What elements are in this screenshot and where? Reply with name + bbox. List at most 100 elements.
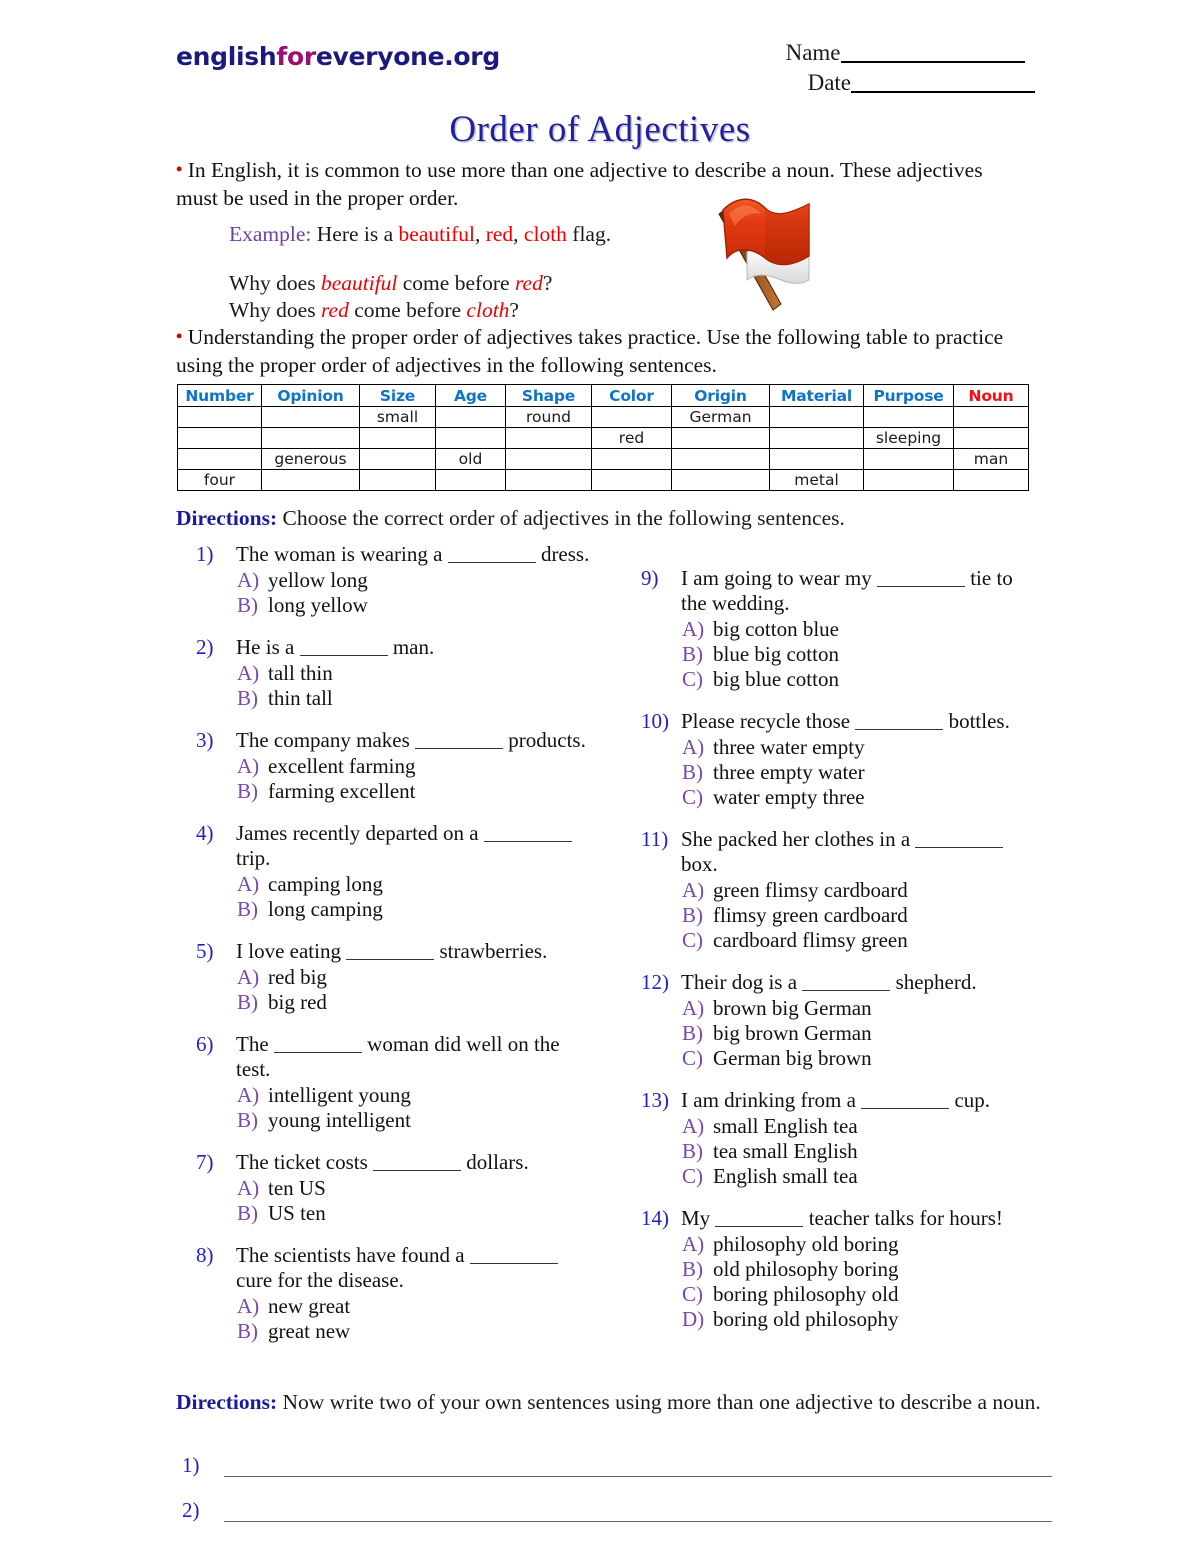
table-cell-blank[interactable]	[953, 427, 1029, 449]
answer-choice[interactable]: B) thin tall	[237, 686, 596, 711]
answer-blank[interactable]	[346, 945, 435, 960]
table-cell-blank[interactable]	[769, 448, 864, 470]
table-cell-blank[interactable]	[769, 427, 864, 449]
answer-choice[interactable]: C) English small tea	[682, 1164, 1041, 1189]
table-cell-blank[interactable]	[591, 406, 672, 428]
table-cell-blank[interactable]	[863, 448, 954, 470]
answer-choice[interactable]: A) red big	[237, 965, 596, 990]
answer-choice[interactable]: B) big brown German	[682, 1021, 1041, 1046]
answer-choice[interactable]: C) German big brown	[682, 1046, 1041, 1071]
table-cell-blank[interactable]	[261, 406, 360, 428]
table-cell-blank[interactable]	[435, 469, 506, 491]
answer-choice[interactable]: B) big red	[237, 990, 596, 1015]
answer-blank[interactable]	[483, 827, 572, 842]
answer-choice[interactable]: C) boring philosophy old	[682, 1282, 1041, 1307]
table-cell-blank[interactable]	[505, 469, 592, 491]
table-cell-blank[interactable]	[953, 406, 1029, 428]
choice-text: boring philosophy old	[713, 1282, 899, 1306]
answer-choice[interactable]: B) three empty water	[682, 760, 1041, 785]
table-cell-blank[interactable]	[435, 427, 506, 449]
answer-choice[interactable]: B) long yellow	[237, 593, 596, 618]
answer-blank[interactable]	[469, 1249, 558, 1264]
answer-choice[interactable]: A) excellent farming	[237, 754, 596, 779]
table-cell-blank[interactable]	[359, 469, 436, 491]
answer-choice[interactable]: B) great new	[237, 1319, 596, 1344]
own-sentence-input-line[interactable]	[224, 1501, 1052, 1522]
date-input-line[interactable]	[851, 73, 1035, 93]
answer-choice[interactable]: B) long camping	[237, 897, 596, 922]
answer-choice[interactable]: A) green flimsy cardboard	[682, 878, 1041, 903]
answer-blank[interactable]	[855, 715, 944, 730]
answer-blank[interactable]	[415, 734, 504, 749]
choice-text: US ten	[268, 1201, 326, 1225]
question-text-before: The company makes	[236, 728, 416, 752]
answer-choice[interactable]: B) blue big cotton	[682, 642, 1041, 667]
table-cell-blank[interactable]	[261, 427, 360, 449]
answer-choice[interactable]: B) farming excellent	[237, 779, 596, 804]
answer-choice[interactable]: A) new great	[237, 1294, 596, 1319]
answer-choice[interactable]: B) US ten	[237, 1201, 596, 1226]
table-cell-blank[interactable]	[359, 427, 436, 449]
answer-blank[interactable]	[876, 572, 965, 587]
answer-choice[interactable]: C) water empty three	[682, 785, 1041, 810]
answer-blank[interactable]	[802, 976, 891, 991]
answer-blank[interactable]	[861, 1094, 950, 1109]
answer-choice[interactable]: C) big blue cotton	[682, 667, 1041, 692]
answer-choice[interactable]: A) philosophy old boring	[682, 1232, 1041, 1257]
answer-choice[interactable]: A) tall thin	[237, 661, 596, 686]
page-header: englishforeveryone.org Name Date	[176, 38, 1035, 108]
answer-choice[interactable]: A) yellow long	[237, 568, 596, 593]
example-tail: flag.	[566, 222, 612, 246]
answer-choice[interactable]: A) camping long	[237, 872, 596, 897]
table-cell-blank[interactable]	[671, 469, 770, 491]
answer-choice[interactable]: A) three water empty	[682, 735, 1041, 760]
table-cell-blank[interactable]	[671, 427, 770, 449]
own-sentence-input-line[interactable]	[224, 1456, 1052, 1477]
name-input-line[interactable]	[840, 43, 1025, 63]
table-cell-blank[interactable]	[953, 469, 1029, 491]
directions-1: Directions: Choose the correct order of …	[176, 504, 1036, 532]
table-cell-blank[interactable]	[505, 448, 592, 470]
answer-choice[interactable]: D) boring old philosophy	[682, 1307, 1041, 1332]
answer-blank[interactable]	[373, 1156, 462, 1171]
table-cell-blank[interactable]	[435, 406, 506, 428]
answer-choice[interactable]: C) cardboard flimsy green	[682, 928, 1041, 953]
table-cell-blank[interactable]	[177, 406, 262, 428]
table-cell-blank[interactable]	[863, 406, 954, 428]
table-cell-blank[interactable]	[863, 469, 954, 491]
question-item: 8) The scientists have found a cure for t…	[196, 1243, 596, 1344]
table-cell-blank[interactable]	[769, 406, 864, 428]
answer-choice[interactable]: A) brown big German	[682, 996, 1041, 1021]
answer-choice[interactable]: A) small English tea	[682, 1114, 1041, 1139]
choice-text: tea small English	[713, 1139, 858, 1163]
table-cell-blank[interactable]	[359, 448, 436, 470]
answer-blank[interactable]	[915, 833, 1004, 848]
answer-choice[interactable]: B) flimsy green cardboard	[682, 903, 1041, 928]
table-cell-blank[interactable]	[671, 448, 770, 470]
answer-choice[interactable]: A) ten US	[237, 1176, 596, 1201]
table-cell-blank[interactable]	[177, 448, 262, 470]
choice-text: water empty three	[713, 785, 865, 809]
directions-2-text: Now write two of your own sentences usin…	[282, 1390, 1041, 1414]
table-cell-blank[interactable]	[591, 469, 672, 491]
table-cell-blank[interactable]	[591, 448, 672, 470]
choice-letter: C)	[682, 1164, 703, 1188]
answer-choice[interactable]: B) young intelligent	[237, 1108, 596, 1133]
answer-blank[interactable]	[299, 641, 388, 656]
example-adj-2: red	[485, 222, 514, 246]
answer-choice[interactable]: B) old philosophy boring	[682, 1257, 1041, 1282]
answer-choice[interactable]: A) intelligent young	[237, 1083, 596, 1108]
question-item: 3) The company makes products. A) excellent…	[196, 728, 596, 804]
choice-text: excellent farming	[268, 754, 416, 778]
answer-blank[interactable]	[715, 1212, 804, 1227]
answer-choice[interactable]: B) tea small English	[682, 1139, 1041, 1164]
answer-blank[interactable]	[447, 548, 536, 563]
table-cell-blank[interactable]	[261, 469, 360, 491]
question-text: I love eating strawberries.	[236, 939, 596, 964]
answer-choice[interactable]: A) big cotton blue	[682, 617, 1041, 642]
table-cell-blank[interactable]	[177, 427, 262, 449]
question-text-after: cure for the disease.	[236, 1268, 404, 1292]
answer-blank[interactable]	[273, 1038, 362, 1053]
choice-letter: C)	[682, 928, 703, 952]
table-cell-blank[interactable]	[505, 427, 592, 449]
